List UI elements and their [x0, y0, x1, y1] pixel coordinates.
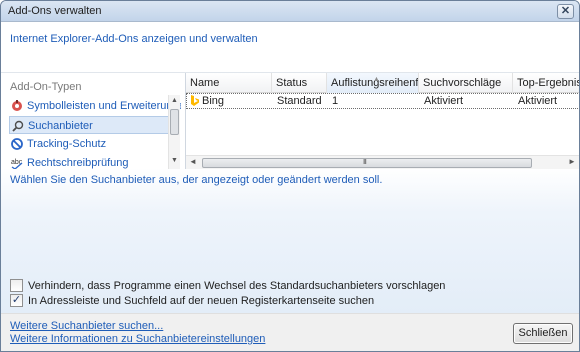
category-label: Tracking-Schutz [27, 138, 107, 150]
column-status[interactable]: Status [272, 73, 327, 93]
search-icon [12, 120, 24, 132]
scroll-left-arrow[interactable]: ◄ [189, 157, 197, 166]
header-subtitle: Internet Explorer-Add-Ons anzeigen und v… [10, 33, 258, 45]
column-suggestions[interactable]: Suchvorschläge [419, 73, 513, 93]
option-label: Verhindern, dass Programme einen Wechsel… [28, 280, 446, 292]
sort-ascending-icon: ▲ [373, 76, 380, 83]
category-heading: Add-On-Typen [10, 81, 82, 93]
cell-status: Standard [277, 95, 322, 107]
option-label: In Adressleiste und Suchfeld auf der neu… [28, 295, 375, 307]
header: Internet Explorer-Add-Ons anzeigen und v… [1, 22, 579, 73]
block-icon [11, 138, 23, 150]
category-spellcheck[interactable]: abc Rechtschreibprüfung [9, 154, 171, 169]
category-toolbars-extensions[interactable]: Symbolleisten und Erweiterungen [9, 97, 181, 115]
window-close-button[interactable]: ✕ [557, 4, 574, 19]
column-name[interactable]: Name [186, 73, 272, 93]
add-ons-dialog: Add-Ons verwalten ✕ Internet Explorer-Ad… [0, 0, 580, 352]
category-scrollbar[interactable]: ▲ ▼ [168, 95, 180, 169]
cell-suggestions: Aktiviert [424, 95, 464, 107]
cell-order: 1 [332, 95, 339, 107]
category-label: Symbolleisten und Erweiterungen [27, 100, 181, 112]
checkbox-prevent-change[interactable] [10, 279, 23, 292]
table-row[interactable]: Bing Standard 1 Aktiviert Aktiviert [186, 93, 579, 109]
horizontal-scroll-thumb[interactable]: III [202, 158, 532, 168]
close-button[interactable]: Schließen [513, 323, 573, 344]
scroll-right-arrow[interactable]: ► [568, 157, 576, 166]
title-bar: Add-Ons verwalten ✕ [1, 1, 579, 22]
spellcheck-icon: abc [11, 159, 23, 169]
table-horizontal-scrollbar[interactable]: ◄ III ► [186, 155, 579, 169]
content-panel: Add-On-Typen Symbolleisten und Erweiteru… [1, 73, 579, 313]
table-header: Name Status ▲ Auflistungsreihenf... Such… [186, 73, 579, 93]
find-more-providers-link[interactable]: Weitere Suchanbieter suchen... [10, 320, 163, 332]
scroll-down-arrow[interactable]: ▼ [171, 157, 178, 164]
window-title: Add-Ons verwalten [8, 5, 102, 17]
column-top-result[interactable]: Top-Ergebnis [513, 73, 579, 93]
checkbox-address-bar-search[interactable]: ✓ [10, 294, 23, 307]
cell-top-result: Aktiviert [518, 95, 558, 107]
footer: Weitere Suchanbieter suchen... Weitere I… [1, 313, 579, 351]
category-search-providers[interactable]: Suchanbieter [9, 116, 171, 134]
category-label: Suchanbieter [28, 120, 93, 132]
svg-text:abc: abc [11, 159, 23, 166]
scroll-up-arrow[interactable]: ▲ [171, 97, 178, 104]
category-label: Rechtschreibprüfung [27, 157, 129, 169]
category-list: Symbolleisten und Erweiterungen Suchanbi… [5, 95, 181, 169]
gear-icon [12, 100, 22, 111]
column-order[interactable]: ▲ Auflistungsreihenf... [327, 73, 419, 93]
bing-icon [191, 95, 199, 106]
scroll-thumb[interactable] [170, 109, 179, 135]
category-tracking-protection[interactable]: Tracking-Schutz [9, 135, 171, 153]
cell-name: Bing [202, 95, 225, 107]
selection-hint: Wählen Sie den Suchanbieter aus, der ang… [10, 174, 383, 186]
learn-more-link[interactable]: Weitere Informationen zu Suchanbieterein… [10, 333, 265, 345]
grip-icon: III [363, 159, 367, 166]
provider-table: Name Status ▲ Auflistungsreihenf... Such… [185, 73, 579, 169]
